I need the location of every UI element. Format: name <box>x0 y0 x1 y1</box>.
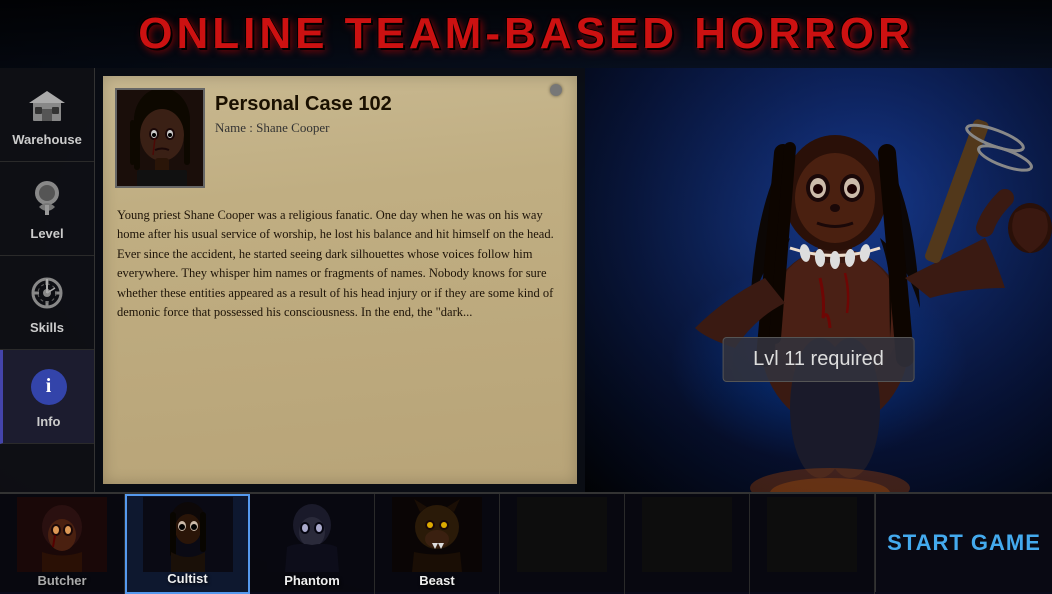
cultist-portrait <box>127 496 248 572</box>
case-title: Personal Case 102 <box>215 93 392 116</box>
case-description: Young priest Shane Cooper was a religiou… <box>103 196 577 336</box>
character-slots: Butcher Cultist <box>0 494 875 592</box>
level-required-badge: Lvl 11 required <box>722 337 915 382</box>
sidebar-item-info[interactable]: i Info <box>0 350 94 444</box>
info-label: Info <box>37 414 61 429</box>
sidebar-item-warehouse[interactable]: Warehouse <box>0 68 94 162</box>
empty-slot-5 <box>500 494 624 574</box>
beast-label: Beast <box>419 573 454 588</box>
case-paper: Personal Case 102 Name : Shane Cooper Yo… <box>103 76 577 484</box>
case-title-info: Personal Case 102 Name : Shane Cooper <box>215 88 392 136</box>
butcher-label: Butcher <box>37 573 86 588</box>
char-slot-butcher[interactable]: Butcher <box>0 494 125 594</box>
butcher-portrait <box>0 494 124 574</box>
char-slot-6[interactable] <box>625 494 750 594</box>
empty-slot-6 <box>625 494 749 574</box>
level-label: Level <box>30 226 63 241</box>
monster-area: Lvl 11 required <box>585 68 1052 492</box>
case-panel: Personal Case 102 Name : Shane Cooper Yo… <box>95 68 585 492</box>
info-icon: i <box>27 365 71 409</box>
warehouse-icon <box>25 83 69 127</box>
sidebar-item-level[interactable]: Level <box>0 162 94 256</box>
beast-portrait <box>375 494 499 574</box>
monster-figure <box>635 68 1052 492</box>
sidebar-item-skills[interactable]: Skills <box>0 256 94 350</box>
empty-slot-7 <box>750 494 874 574</box>
case-header: Personal Case 102 Name : Shane Cooper <box>103 76 577 196</box>
char-slot-5[interactable] <box>500 494 625 594</box>
skills-icon <box>25 271 69 315</box>
char-slot-cultist[interactable]: Cultist <box>125 494 250 594</box>
case-name: Name : Shane Cooper <box>215 120 392 136</box>
sidebar: Warehouse Level <box>0 68 95 492</box>
cultist-label: Cultist <box>167 571 207 586</box>
char-slot-beast[interactable]: Beast <box>375 494 500 594</box>
level-icon <box>25 177 69 221</box>
phantom-portrait <box>250 494 374 574</box>
phantom-label: Phantom <box>284 573 340 588</box>
bottom-bar: Butcher Cultist <box>0 492 1052 592</box>
char-slot-phantom[interactable]: Phantom <box>250 494 375 594</box>
warehouse-label: Warehouse <box>12 132 82 147</box>
main-title: ONLINE TEAM-BASED HORROR <box>138 9 914 59</box>
title-bar: ONLINE TEAM-BASED HORROR <box>0 0 1052 68</box>
skills-label: Skills <box>30 320 64 335</box>
character-portrait <box>115 88 205 188</box>
start-game-button[interactable]: START GAME <box>875 494 1052 592</box>
char-slot-7[interactable] <box>750 494 875 594</box>
start-game-label: START GAME <box>887 530 1041 556</box>
